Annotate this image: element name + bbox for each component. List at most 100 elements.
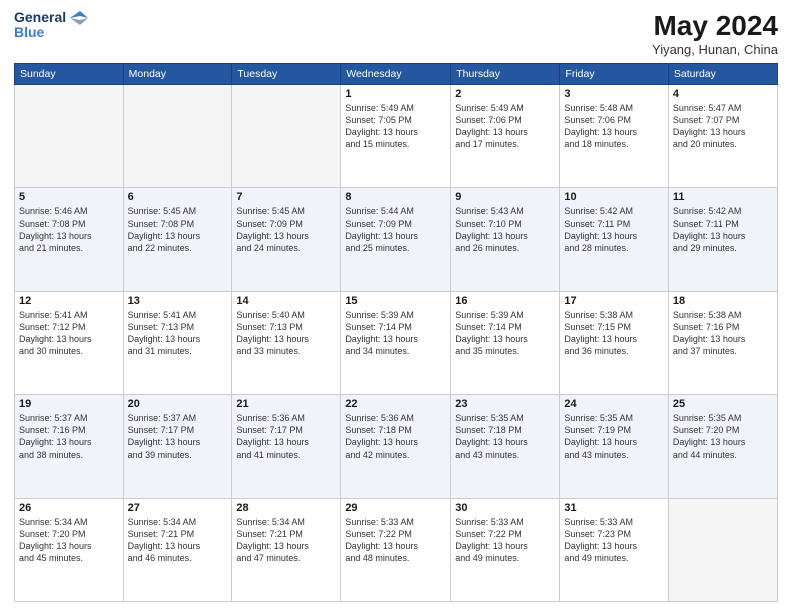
header: General Blue May 2024 Yiyang, Hunan, Chi… bbox=[14, 10, 778, 57]
cell-info-text: Sunrise: 5:34 AM Sunset: 7:20 PM Dayligh… bbox=[19, 516, 119, 565]
cell-day-number: 4 bbox=[673, 88, 773, 100]
location: Yiyang, Hunan, China bbox=[652, 42, 778, 57]
cell-day-number: 2 bbox=[455, 88, 555, 100]
cell-info-text: Sunrise: 5:36 AM Sunset: 7:18 PM Dayligh… bbox=[345, 412, 446, 461]
cell-day-number: 15 bbox=[345, 295, 446, 307]
page: General Blue May 2024 Yiyang, Hunan, Chi… bbox=[0, 0, 792, 612]
cell-day-number: 8 bbox=[345, 191, 446, 203]
cell-day-number: 13 bbox=[128, 295, 228, 307]
calendar-cell bbox=[668, 498, 777, 601]
title-block: May 2024 Yiyang, Hunan, China bbox=[652, 10, 778, 57]
cell-info-text: Sunrise: 5:37 AM Sunset: 7:16 PM Dayligh… bbox=[19, 412, 119, 461]
logo-bird-icon bbox=[70, 11, 88, 25]
cell-info-text: Sunrise: 5:39 AM Sunset: 7:14 PM Dayligh… bbox=[455, 309, 555, 358]
cell-info-text: Sunrise: 5:38 AM Sunset: 7:15 PM Dayligh… bbox=[564, 309, 663, 358]
cell-info-text: Sunrise: 5:42 AM Sunset: 7:11 PM Dayligh… bbox=[564, 205, 663, 254]
cell-info-text: Sunrise: 5:48 AM Sunset: 7:06 PM Dayligh… bbox=[564, 102, 663, 151]
calendar-cell bbox=[15, 85, 124, 188]
calendar-cell: 20 Sunrise: 5:37 AM Sunset: 7:17 PM Dayli… bbox=[123, 395, 232, 498]
calendar-cell: 19 Sunrise: 5:37 AM Sunset: 7:16 PM Dayli… bbox=[15, 395, 124, 498]
cell-info-text: Sunrise: 5:46 AM Sunset: 7:08 PM Dayligh… bbox=[19, 205, 119, 254]
calendar-cell: 10 Sunrise: 5:42 AM Sunset: 7:11 PM Dayli… bbox=[560, 188, 668, 291]
cell-day-number: 21 bbox=[236, 398, 336, 410]
cell-day-number: 30 bbox=[455, 502, 555, 514]
col-monday: Monday bbox=[123, 64, 232, 85]
cell-info-text: Sunrise: 5:37 AM Sunset: 7:17 PM Dayligh… bbox=[128, 412, 228, 461]
cell-day-number: 18 bbox=[673, 295, 773, 307]
cell-day-number: 27 bbox=[128, 502, 228, 514]
cell-info-text: Sunrise: 5:39 AM Sunset: 7:14 PM Dayligh… bbox=[345, 309, 446, 358]
calendar-cell: 14 Sunrise: 5:40 AM Sunset: 7:13 PM Dayli… bbox=[232, 291, 341, 394]
cell-day-number: 22 bbox=[345, 398, 446, 410]
calendar-cell: 13Sunrise: 5:41 AM Sunset: 7:13 PM Dayli… bbox=[123, 291, 232, 394]
week-row-0: 1 Sunrise: 5:49 AM Sunset: 7:05 PM Daylig… bbox=[15, 85, 778, 188]
calendar-cell: 30 Sunrise: 5:33 AM Sunset: 7:22 PM Dayli… bbox=[451, 498, 560, 601]
calendar-body: 1 Sunrise: 5:49 AM Sunset: 7:05 PM Daylig… bbox=[15, 85, 778, 602]
cell-day-number: 20 bbox=[128, 398, 228, 410]
calendar-cell: 29Sunrise: 5:33 AM Sunset: 7:22 PM Dayli… bbox=[341, 498, 451, 601]
cell-day-number: 17 bbox=[564, 295, 663, 307]
week-row-2: 12Sunrise: 5:41 AM Sunset: 7:12 PM Dayli… bbox=[15, 291, 778, 394]
cell-info-text: Sunrise: 5:35 AM Sunset: 7:18 PM Dayligh… bbox=[455, 412, 555, 461]
calendar-cell: 9Sunrise: 5:43 AM Sunset: 7:10 PM Daylig… bbox=[451, 188, 560, 291]
week-row-1: 5Sunrise: 5:46 AM Sunset: 7:08 PM Daylig… bbox=[15, 188, 778, 291]
logo-text: General Blue bbox=[14, 10, 88, 41]
cell-day-number: 1 bbox=[345, 88, 446, 100]
cell-info-text: Sunrise: 5:43 AM Sunset: 7:10 PM Dayligh… bbox=[455, 205, 555, 254]
calendar-cell: 17 Sunrise: 5:38 AM Sunset: 7:15 PM Dayli… bbox=[560, 291, 668, 394]
cell-info-text: Sunrise: 5:45 AM Sunset: 7:08 PM Dayligh… bbox=[128, 205, 228, 254]
cell-info-text: Sunrise: 5:33 AM Sunset: 7:22 PM Dayligh… bbox=[455, 516, 555, 565]
calendar-cell: 23 Sunrise: 5:35 AM Sunset: 7:18 PM Dayli… bbox=[451, 395, 560, 498]
calendar-cell: 18 Sunrise: 5:38 AM Sunset: 7:16 PM Dayli… bbox=[668, 291, 777, 394]
calendar-cell bbox=[232, 85, 341, 188]
col-thursday: Thursday bbox=[451, 64, 560, 85]
logo: General Blue bbox=[14, 10, 88, 41]
calendar-cell: 25 Sunrise: 5:35 AM Sunset: 7:20 PM Dayli… bbox=[668, 395, 777, 498]
cell-info-text: Sunrise: 5:47 AM Sunset: 7:07 PM Dayligh… bbox=[673, 102, 773, 151]
cell-day-number: 29 bbox=[345, 502, 446, 514]
week-row-3: 19 Sunrise: 5:37 AM Sunset: 7:16 PM Dayli… bbox=[15, 395, 778, 498]
cell-day-number: 7 bbox=[236, 191, 336, 203]
calendar-cell: 26 Sunrise: 5:34 AM Sunset: 7:20 PM Dayli… bbox=[15, 498, 124, 601]
calendar-cell: 22 Sunrise: 5:36 AM Sunset: 7:18 PM Dayli… bbox=[341, 395, 451, 498]
col-saturday: Saturday bbox=[668, 64, 777, 85]
calendar-cell: 28Sunrise: 5:34 AM Sunset: 7:21 PM Dayli… bbox=[232, 498, 341, 601]
cell-info-text: Sunrise: 5:35 AM Sunset: 7:20 PM Dayligh… bbox=[673, 412, 773, 461]
cell-day-number: 6 bbox=[128, 191, 228, 203]
cell-day-number: 19 bbox=[19, 398, 119, 410]
cell-info-text: Sunrise: 5:49 AM Sunset: 7:05 PM Dayligh… bbox=[345, 102, 446, 151]
calendar-cell: 12Sunrise: 5:41 AM Sunset: 7:12 PM Dayli… bbox=[15, 291, 124, 394]
calendar-cell: 3 Sunrise: 5:48 AM Sunset: 7:06 PM Daylig… bbox=[560, 85, 668, 188]
cell-day-number: 12 bbox=[19, 295, 119, 307]
cell-info-text: Sunrise: 5:44 AM Sunset: 7:09 PM Dayligh… bbox=[345, 205, 446, 254]
cell-info-text: Sunrise: 5:49 AM Sunset: 7:06 PM Dayligh… bbox=[455, 102, 555, 151]
cell-day-number: 25 bbox=[673, 398, 773, 410]
col-sunday: Sunday bbox=[15, 64, 124, 85]
calendar-cell: 31Sunrise: 5:33 AM Sunset: 7:23 PM Dayli… bbox=[560, 498, 668, 601]
cell-day-number: 23 bbox=[455, 398, 555, 410]
calendar-cell: 7Sunrise: 5:45 AM Sunset: 7:09 PM Daylig… bbox=[232, 188, 341, 291]
calendar-cell: 27Sunrise: 5:34 AM Sunset: 7:21 PM Dayli… bbox=[123, 498, 232, 601]
cell-day-number: 3 bbox=[564, 88, 663, 100]
calendar-cell: 5Sunrise: 5:46 AM Sunset: 7:08 PM Daylig… bbox=[15, 188, 124, 291]
cell-day-number: 10 bbox=[564, 191, 663, 203]
col-tuesday: Tuesday bbox=[232, 64, 341, 85]
cell-info-text: Sunrise: 5:38 AM Sunset: 7:16 PM Dayligh… bbox=[673, 309, 773, 358]
cell-info-text: Sunrise: 5:35 AM Sunset: 7:19 PM Dayligh… bbox=[564, 412, 663, 461]
cell-info-text: Sunrise: 5:40 AM Sunset: 7:13 PM Dayligh… bbox=[236, 309, 336, 358]
cell-info-text: Sunrise: 5:34 AM Sunset: 7:21 PM Dayligh… bbox=[236, 516, 336, 565]
cell-day-number: 31 bbox=[564, 502, 663, 514]
cell-day-number: 26 bbox=[19, 502, 119, 514]
col-friday: Friday bbox=[560, 64, 668, 85]
calendar-cell: 16 Sunrise: 5:39 AM Sunset: 7:14 PM Dayli… bbox=[451, 291, 560, 394]
cell-day-number: 14 bbox=[236, 295, 336, 307]
month-title: May 2024 bbox=[652, 10, 778, 42]
calendar-cell: 11 Sunrise: 5:42 AM Sunset: 7:11 PM Dayli… bbox=[668, 188, 777, 291]
calendar-cell: 1 Sunrise: 5:49 AM Sunset: 7:05 PM Daylig… bbox=[341, 85, 451, 188]
cell-info-text: Sunrise: 5:36 AM Sunset: 7:17 PM Dayligh… bbox=[236, 412, 336, 461]
cell-day-number: 11 bbox=[673, 191, 773, 203]
cell-day-number: 16 bbox=[455, 295, 555, 307]
cell-info-text: Sunrise: 5:42 AM Sunset: 7:11 PM Dayligh… bbox=[673, 205, 773, 254]
calendar-cell: 21 Sunrise: 5:36 AM Sunset: 7:17 PM Dayli… bbox=[232, 395, 341, 498]
calendar-cell: 24Sunrise: 5:35 AM Sunset: 7:19 PM Dayli… bbox=[560, 395, 668, 498]
